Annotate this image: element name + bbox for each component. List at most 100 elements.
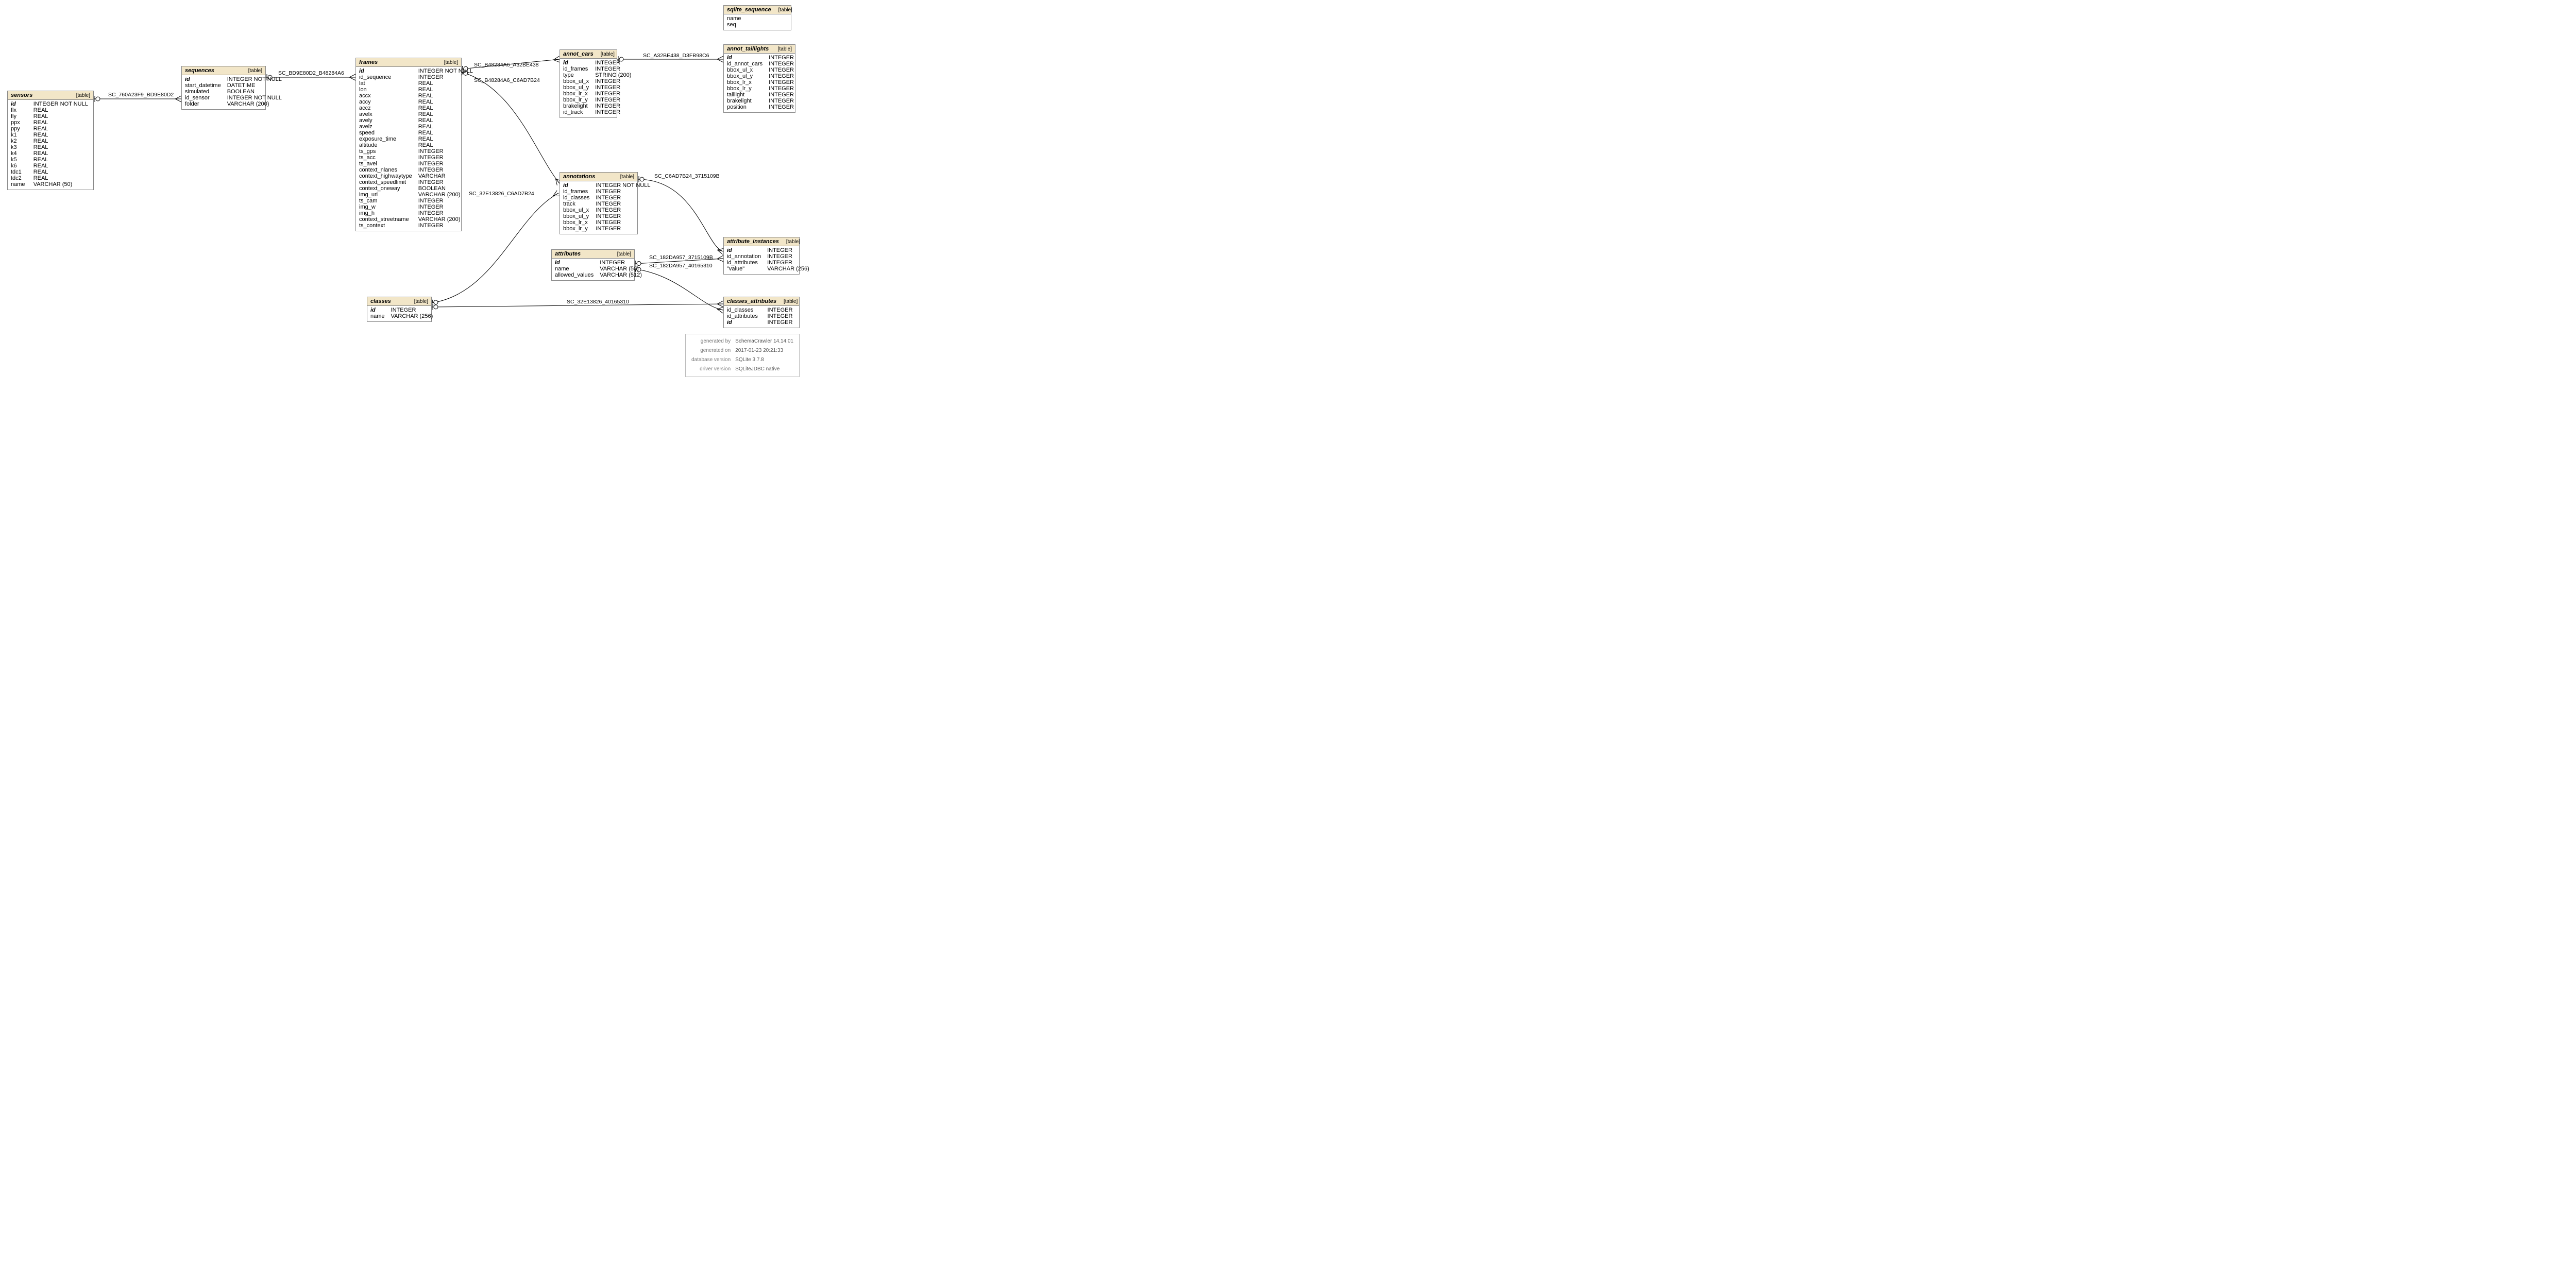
table-annotations: annotations[table]idINTEGER NOT NULLid_f… — [560, 172, 638, 234]
column-name: id — [727, 319, 761, 326]
edge-label: SC_32E13826_C6AD7B24 — [469, 191, 534, 197]
column-name: id — [185, 76, 221, 82]
column-name: simulated — [185, 89, 221, 95]
column-type: INTEGER — [769, 67, 794, 73]
table-body: idINTEGERid_framesINTEGERtypeSTRING (200… — [560, 59, 617, 117]
column-type: INTEGER — [595, 103, 631, 109]
column-type: REAL — [33, 138, 90, 144]
table-header: sqlite_sequence[table] — [724, 6, 791, 14]
column-name: bbox_ul_y — [727, 73, 762, 79]
column-name: speed — [359, 130, 412, 136]
table-name: annotations — [563, 174, 595, 180]
table-classes: classes[table]idINTEGERnameVARCHAR (256) — [367, 297, 432, 322]
column-type: INTEGER — [418, 74, 473, 80]
table-classes-attributes: classes_attributes[table]id_classesINTEG… — [723, 297, 800, 328]
edge-label: SC_C6AD7B24_3715109B — [654, 173, 720, 179]
column-name: img_w — [359, 204, 412, 210]
table-header: attributes[table] — [552, 250, 634, 259]
column-name: id_annotation — [727, 253, 761, 260]
column-name: id — [359, 68, 412, 74]
column-name: brakelight — [563, 103, 589, 109]
column-type: INTEGER — [595, 66, 631, 72]
column-type: REAL — [33, 107, 90, 113]
column-type: BOOLEAN — [227, 89, 282, 95]
column-name: accy — [359, 99, 412, 105]
column-type: INTEGER — [596, 226, 650, 232]
table-sqlite-sequence: sqlite_sequence[table]nameseq — [723, 5, 791, 30]
column-type: VARCHAR (200) — [418, 216, 473, 223]
column-type: INTEGER NOT NULL — [418, 68, 473, 74]
column-name: bbox_lr_x — [563, 91, 589, 97]
column-type: REAL — [33, 175, 90, 181]
column-type: INTEGER — [768, 307, 796, 313]
column-name: img_uri — [359, 192, 412, 198]
edge-label: SC_A32BE438_D3FB98C6 — [643, 53, 709, 59]
column-name: id — [370, 307, 385, 313]
column-type: REAL — [418, 80, 473, 87]
column-name: k5 — [11, 157, 27, 163]
column-name: bbox_lr_x — [563, 219, 589, 226]
column-name: ts_cam — [359, 198, 412, 204]
column-type: INTEGER — [767, 260, 809, 266]
column-type: INTEGER — [768, 313, 796, 319]
column-type: REAL — [33, 113, 90, 120]
generator-meta: generated bySchemaCrawler 14.14.01 gener… — [685, 334, 800, 377]
column-name: position — [727, 104, 762, 110]
column-name: img_h — [359, 210, 412, 216]
column-type: INTEGER — [769, 86, 794, 92]
column-name: start_datetime — [185, 82, 221, 89]
column-type: REAL — [418, 87, 473, 93]
column-type: INTEGER — [769, 55, 794, 61]
table-type-label: [table] — [786, 239, 800, 245]
column-name: name — [555, 266, 594, 272]
table-body: idINTEGERid_annot_carsINTEGERbbox_ul_xIN… — [724, 54, 795, 112]
column-type: INTEGER — [595, 84, 631, 91]
column-name: avelz — [359, 124, 412, 130]
column-name: name — [370, 313, 385, 319]
column-type: REAL — [33, 169, 90, 175]
column-type: DATETIME — [227, 82, 282, 89]
column-name: bbox_ul_y — [563, 84, 589, 91]
column-name: id_attributes — [727, 260, 761, 266]
table-body: nameseq — [724, 14, 791, 30]
column-type: REAL — [33, 120, 90, 126]
column-type: INTEGER — [595, 97, 631, 103]
column-type: INTEGER NOT NULL — [596, 182, 650, 189]
column-type: INTEGER — [596, 207, 650, 213]
column-type: INTEGER NOT NULL — [33, 101, 90, 107]
column-name: tdc1 — [11, 169, 27, 175]
table-name: attributes — [555, 251, 581, 257]
column-type: INTEGER — [769, 92, 794, 98]
column-type: INTEGER — [596, 213, 650, 219]
column-name: accx — [359, 93, 412, 99]
column-type: INTEGER — [418, 210, 473, 216]
column-type: INTEGER — [595, 60, 631, 66]
column-name: id — [11, 101, 27, 107]
column-name: k3 — [11, 144, 27, 150]
column-name: allowed_values — [555, 272, 594, 278]
column-type: REAL — [418, 117, 473, 124]
column-type: INTEGER — [595, 78, 631, 84]
column-type: INTEGER — [418, 161, 473, 167]
column-type: INTEGER — [768, 319, 796, 326]
table-annot-taillights: annot_taillights[table]idINTEGERid_annot… — [723, 44, 795, 113]
table-header: frames[table] — [356, 58, 461, 67]
table-type-label: [table] — [444, 60, 458, 65]
table-type-label: [table] — [620, 174, 634, 180]
column-name: avely — [359, 117, 412, 124]
column-name: context_highwaytype — [359, 173, 412, 179]
table-body: id_classesINTEGERid_attributesINTEGERidI… — [724, 306, 799, 328]
table-body: idINTEGERnameVARCHAR (50)allowed_valuesV… — [552, 259, 634, 280]
column-type: INTEGER — [767, 253, 809, 260]
column-name: id_frames — [563, 66, 589, 72]
column-type: REAL — [418, 105, 473, 111]
column-name: id — [563, 182, 589, 189]
table-header: classes_attributes[table] — [724, 297, 799, 306]
column-name: folder — [185, 101, 221, 107]
table-type-label: [table] — [248, 68, 262, 74]
column-type: REAL — [33, 126, 90, 132]
table-header: sequences[table] — [182, 66, 265, 75]
column-name: bbox_ul_x — [563, 78, 589, 84]
column-name: seq — [727, 22, 761, 28]
column-name: lon — [359, 87, 412, 93]
